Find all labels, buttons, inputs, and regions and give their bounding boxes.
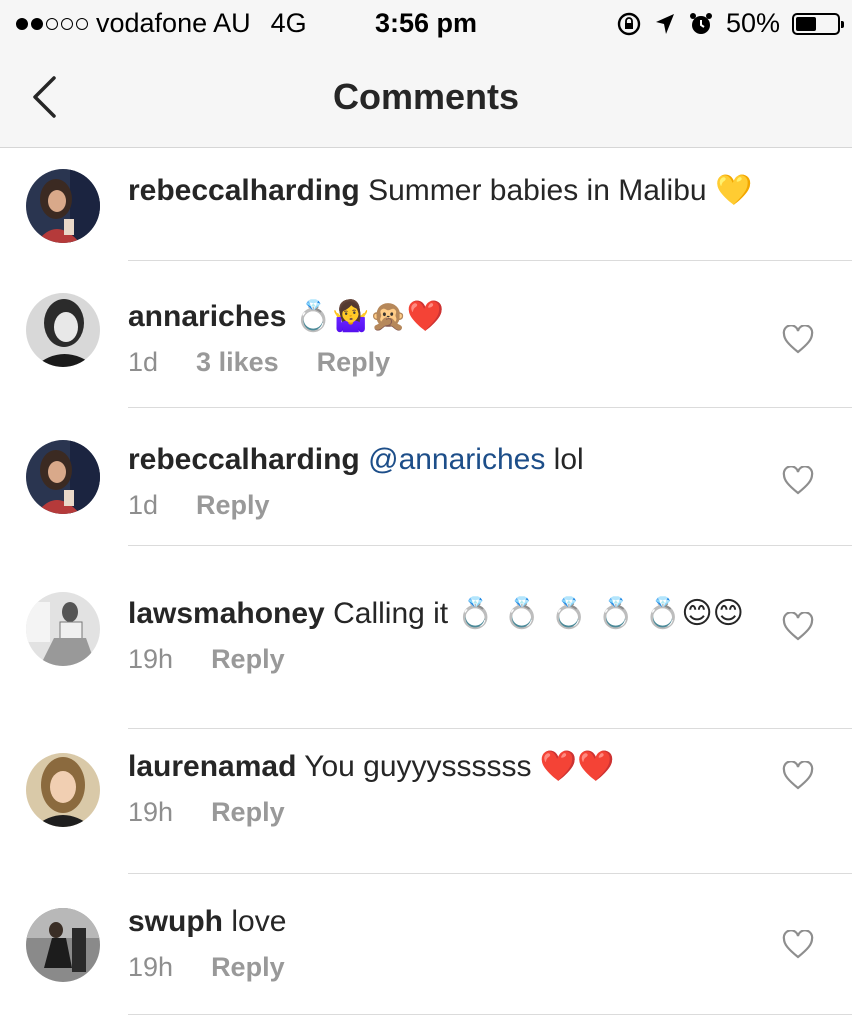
comment-username[interactable]: laurenamad [128, 750, 296, 783]
like-button[interactable] [782, 465, 814, 496]
rotation-lock-icon [617, 12, 641, 35]
comment-text: lol [553, 443, 584, 476]
comment-username[interactable]: rebeccalharding [128, 174, 360, 207]
like-button[interactable] [782, 929, 814, 960]
comment-time: 19h [128, 797, 174, 827]
comment-emoji: 💍 💍 💍 💍 💍😊😊 [456, 596, 744, 631]
avatar[interactable] [26, 592, 100, 666]
reply-button[interactable]: Reply [211, 797, 285, 828]
avatar[interactable] [26, 440, 100, 514]
comment-username[interactable]: rebeccalharding [128, 443, 360, 476]
comment-emoji: 💛 [714, 173, 753, 208]
avatar[interactable] [26, 753, 100, 827]
comment-username[interactable]: lawsmahoney [128, 597, 325, 630]
battery-fill [796, 16, 816, 31]
reply-button[interactable]: Reply [317, 347, 391, 378]
comment-item: laurenamad You guyyyssssss ❤️❤️ 19h Repl… [26, 729, 852, 874]
status-right: 50% [616, 8, 844, 39]
nav-bar: Comments [0, 46, 852, 148]
avatar[interactable] [26, 908, 100, 982]
avatar[interactable] [26, 293, 100, 367]
comment-text: Calling it [333, 597, 449, 630]
heart-icon [782, 465, 814, 495]
reply-button[interactable]: Reply [196, 490, 270, 521]
comment-emoji: ❤️❤️ [539, 749, 615, 784]
comment-item: lawsmahoney Calling it 💍 💍 💍 💍 💍😊😊 19h R… [26, 546, 852, 729]
comment-username[interactable]: swuph [128, 905, 223, 938]
heart-icon [782, 324, 814, 354]
like-button[interactable] [782, 760, 814, 791]
comment-time: 1d [128, 347, 159, 377]
comment-text: You guyyyssssss [304, 750, 532, 783]
heart-icon [782, 929, 814, 959]
battery-icon [792, 12, 844, 35]
comment-item: rebeccalharding Summer babies in Malibu … [26, 149, 852, 261]
comment-emoji: 💍🤷‍♀️🙊❤️ [294, 299, 445, 334]
like-button[interactable] [782, 611, 814, 642]
reply-button[interactable]: Reply [211, 644, 285, 675]
avatar[interactable] [26, 169, 100, 243]
heart-icon [782, 760, 814, 790]
page-title: Comments [332, 76, 520, 117]
reply-button[interactable]: Reply [211, 952, 285, 983]
comment-username[interactable]: annariches [128, 300, 286, 333]
location-arrow-icon [655, 13, 674, 34]
alarm-clock-icon [689, 12, 712, 34]
comment-text: Summer babies in Malibu [368, 174, 707, 207]
comment-text: love [231, 905, 287, 938]
like-button[interactable] [782, 324, 814, 355]
comment-time: 19h [128, 952, 174, 982]
comment-item: annariches 💍🤷‍♀️🙊❤️ 1d 3 likes Reply [26, 261, 852, 408]
battery-percent: 50% [725, 8, 780, 38]
comments-list: rebeccalharding Summer babies in Malibu … [0, 149, 852, 1015]
comment-time: 1d [128, 490, 159, 520]
heart-icon [782, 611, 814, 641]
comment-item: swuph love 19h Reply [26, 874, 852, 1015]
comment-time: 19h [128, 644, 174, 674]
status-bar: vodafone AU 4G 3:56 pm 50% [0, 0, 852, 46]
mention-link[interactable]: @annariches [368, 443, 545, 476]
likes-count[interactable]: 3 likes [196, 347, 279, 378]
comment-item: rebeccalharding @annariches lol 1d Reply [26, 408, 852, 546]
